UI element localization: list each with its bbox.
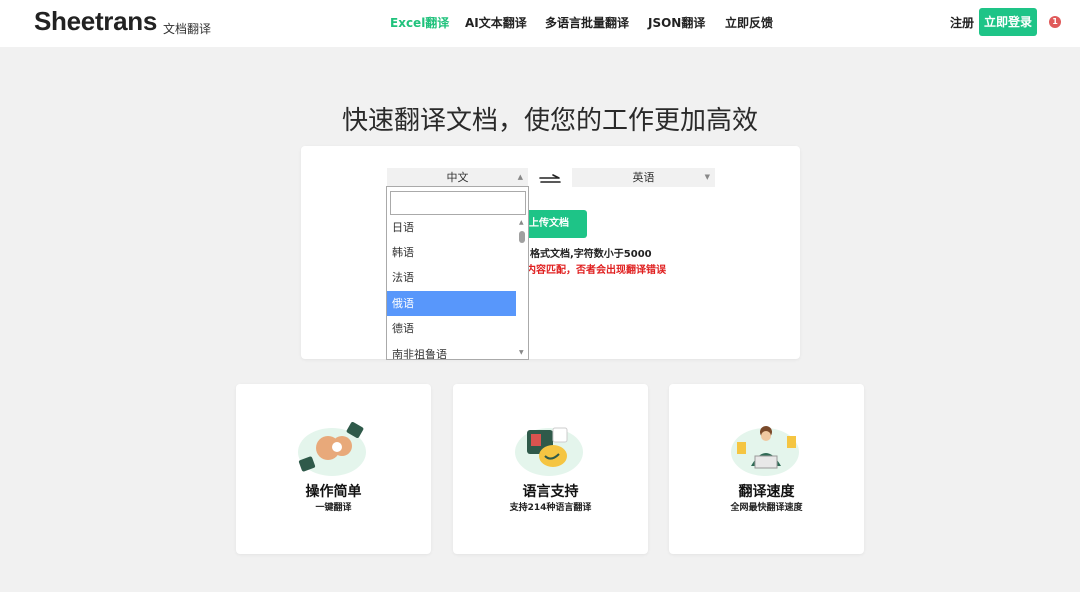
source-language-select[interactable]: 中文 ▲ — [387, 168, 528, 187]
dropdown-option[interactable]: 南非祖鲁语 — [387, 342, 517, 359]
feature-card-languages: 语言支持 支持214种语言翻译 — [453, 384, 648, 554]
caret-down-icon: ▼ — [704, 173, 710, 181]
language-bubbles-icon — [515, 427, 583, 476]
scrollbar-thumb[interactable] — [519, 231, 525, 243]
language-search-input[interactable] — [390, 191, 526, 215]
feature-card-speed: 翻译速度 全网最快翻译速度 — [669, 384, 864, 554]
logo[interactable]: Sheetrans — [34, 6, 157, 37]
feature-subtitle: 一键翻译 — [315, 503, 352, 513]
target-language-select[interactable]: 英语 ▼ — [572, 168, 715, 187]
format-note: 格式文档,字符数小于5000 — [530, 249, 652, 260]
dropdown-option[interactable]: 韩语 — [387, 240, 517, 265]
logo-subtitle: 文档翻译 — [163, 22, 212, 36]
dropdown-option-highlighted[interactable]: 俄语 — [387, 291, 517, 316]
feature-subtitle: 全网最快翻译速度 — [730, 503, 803, 513]
nav-batch-translate[interactable]: 多语言批量翻译 — [545, 14, 629, 31]
notification-badge[interactable]: 1 — [1049, 16, 1061, 28]
login-button[interactable]: 立即登录 — [979, 8, 1037, 36]
translator-panel: 中文 ▲ 英语 ▼ 上传文档 格式文档,字符数小于5000 内容匹配，否者会出现… — [301, 146, 800, 359]
dropdown-option[interactable]: 日语 — [387, 215, 517, 240]
feature-card-easy: 操作简单 一键翻译 — [236, 384, 431, 554]
top-header: Sheetrans 文档翻译 Excel翻译 AI文本翻译 多语言批量翻译 JS… — [0, 0, 1080, 47]
nav-excel-translate[interactable]: Excel翻译 — [390, 14, 449, 31]
target-language-value: 英语 — [632, 171, 655, 184]
feature-title: 语言支持 — [522, 484, 579, 500]
translator-person-icon — [731, 426, 799, 476]
scroll-up-icon[interactable]: ▲ — [519, 219, 524, 226]
nav-json-translate[interactable]: JSON翻译 — [648, 14, 705, 31]
nav-ai-text-translate[interactable]: AI文本翻译 — [465, 14, 527, 31]
dropdown-option[interactable]: 法语 — [387, 265, 517, 290]
scroll-down-icon[interactable]: ▼ — [519, 349, 524, 356]
hands-icon — [298, 422, 366, 476]
swap-arrow-icon[interactable] — [538, 172, 562, 186]
hero-title: 快速翻译文档，使您的工作更加高效 — [341, 106, 758, 136]
caret-up-icon: ▲ — [517, 173, 523, 181]
feature-title: 操作简单 — [305, 484, 362, 500]
dropdown-option[interactable]: 德语 — [387, 316, 517, 341]
source-language-value: 中文 — [446, 171, 469, 184]
dropdown-scrollbar[interactable]: ▲ ▼ — [516, 217, 528, 359]
language-dropdown: 日语 韩语 法语 俄语 德语 南非祖鲁语 ▲ ▼ — [386, 186, 529, 360]
nav-feedback[interactable]: 立即反馈 — [725, 14, 773, 31]
feature-title: 翻译速度 — [738, 484, 795, 500]
warning-note: 内容匹配，否者会出现翻译错误 — [526, 265, 666, 276]
feature-subtitle: 支持214种语言翻译 — [509, 503, 592, 513]
register-link[interactable]: 注册 — [950, 14, 974, 31]
